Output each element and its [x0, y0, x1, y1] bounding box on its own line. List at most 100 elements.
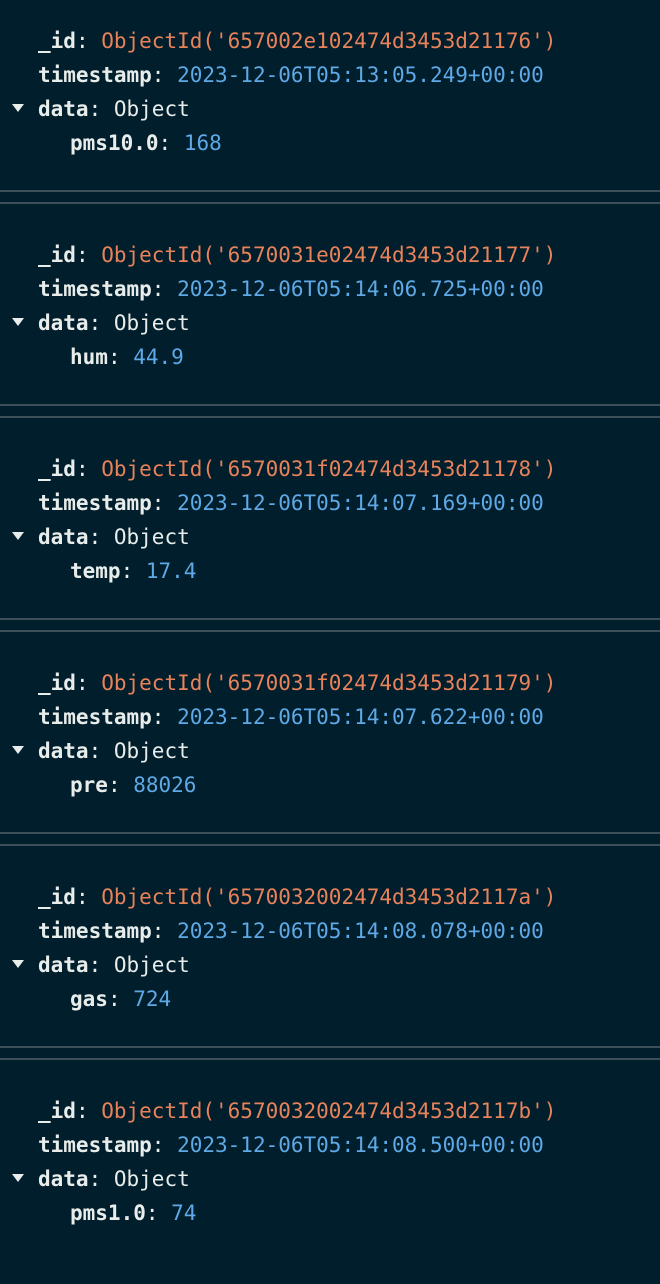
- document-card: _id: ObjectId('6570031f02474d3453d21178'…: [0, 428, 660, 642]
- colon: :: [75, 885, 102, 909]
- data-key: data: [38, 739, 89, 763]
- id-value[interactable]: ObjectId('6570031f02474d3453d21179'): [101, 671, 556, 695]
- colon: :: [151, 63, 178, 87]
- data-key: data: [38, 953, 89, 977]
- timestamp-value[interactable]: 2023-12-06T05:14:07.169+00:00: [177, 491, 544, 515]
- id-value[interactable]: ObjectId('657002e102474d3453d21176'): [101, 29, 556, 53]
- colon: :: [75, 29, 102, 53]
- data-key: data: [38, 97, 89, 121]
- timestamp-value[interactable]: 2023-12-06T05:14:08.078+00:00: [177, 919, 544, 943]
- colon: :: [75, 457, 102, 481]
- document-card: _id: ObjectId('6570031f02474d3453d21179'…: [0, 642, 660, 856]
- colon: :: [88, 739, 114, 763]
- colon: :: [107, 345, 134, 369]
- id-row: _id: ObjectId('657002e102474d3453d21176'…: [38, 24, 556, 58]
- timestamp-value[interactable]: 2023-12-06T05:14:06.725+00:00: [177, 277, 544, 301]
- caret-down-icon[interactable]: [12, 532, 24, 540]
- divider: [0, 416, 660, 418]
- colon: :: [88, 97, 114, 121]
- colon: :: [88, 953, 114, 977]
- document-card: _id: ObjectId('6570032002474d3453d2117a'…: [0, 856, 660, 1070]
- caret-down-icon[interactable]: [12, 960, 24, 968]
- colon: :: [107, 773, 134, 797]
- divider: [0, 404, 660, 406]
- data-row[interactable]: data: Object: [38, 520, 190, 554]
- data-key: data: [38, 311, 89, 335]
- divider: [0, 844, 660, 846]
- document-card: _id: ObjectId('6570032002474d3453d2117b'…: [0, 1070, 660, 1284]
- colon: :: [151, 705, 178, 729]
- nested-field-value[interactable]: 74: [171, 1201, 196, 1225]
- nested-field-row: hum: 44.9: [70, 340, 184, 374]
- data-type: Object: [113, 739, 190, 763]
- id-key: _id: [38, 671, 76, 695]
- id-row: _id: ObjectId('6570031e02474d3453d21177'…: [38, 238, 556, 272]
- nested-field-key: pms10.0: [70, 131, 159, 155]
- caret-down-icon[interactable]: [12, 104, 24, 112]
- nested-field-value[interactable]: 168: [184, 131, 222, 155]
- colon: :: [88, 525, 114, 549]
- id-key: _id: [38, 29, 76, 53]
- data-row[interactable]: data: Object: [38, 734, 190, 768]
- id-key: _id: [38, 1099, 76, 1123]
- timestamp-value[interactable]: 2023-12-06T05:13:05.249+00:00: [177, 63, 544, 87]
- timestamp-key: timestamp: [38, 919, 152, 943]
- caret-down-icon[interactable]: [12, 746, 24, 754]
- divider: [0, 190, 660, 192]
- id-key: _id: [38, 243, 76, 267]
- divider: [0, 1046, 660, 1048]
- nested-field-key: gas: [70, 987, 108, 1011]
- divider: [0, 832, 660, 834]
- timestamp-row: timestamp: 2023-12-06T05:14:07.169+00:00: [38, 486, 544, 520]
- nested-field-row: temp: 17.4: [70, 554, 196, 588]
- data-type: Object: [113, 311, 190, 335]
- colon: :: [120, 559, 146, 583]
- timestamp-row: timestamp: 2023-12-06T05:14:08.078+00:00: [38, 914, 544, 948]
- data-type: Object: [113, 1167, 190, 1191]
- data-row[interactable]: data: Object: [38, 1162, 190, 1196]
- divider: [0, 630, 660, 632]
- data-row[interactable]: data: Object: [38, 948, 190, 982]
- id-value[interactable]: ObjectId('6570032002474d3453d2117a'): [101, 885, 556, 909]
- nested-field-row: pms1.0: 74: [70, 1196, 196, 1230]
- data-row[interactable]: data: Object: [38, 306, 190, 340]
- caret-down-icon[interactable]: [12, 1174, 24, 1182]
- timestamp-row: timestamp: 2023-12-06T05:14:06.725+00:00: [38, 272, 544, 306]
- id-key: _id: [38, 885, 76, 909]
- colon: :: [88, 311, 114, 335]
- caret-down-icon[interactable]: [12, 318, 24, 326]
- colon: :: [151, 491, 178, 515]
- document-card: _id: ObjectId('6570031e02474d3453d21177'…: [0, 214, 660, 428]
- timestamp-value[interactable]: 2023-12-06T05:14:07.622+00:00: [177, 705, 544, 729]
- data-key: data: [38, 1167, 89, 1191]
- colon: :: [145, 1201, 172, 1225]
- nested-field-key: hum: [70, 345, 108, 369]
- nested-field-key: pre: [70, 773, 108, 797]
- colon: :: [151, 919, 178, 943]
- nested-field-value[interactable]: 44.9: [133, 345, 184, 369]
- nested-field-row: gas: 724: [70, 982, 171, 1016]
- id-row: _id: ObjectId('6570031f02474d3453d21179'…: [38, 666, 556, 700]
- timestamp-key: timestamp: [38, 63, 152, 87]
- data-type: Object: [113, 953, 190, 977]
- data-type: Object: [113, 97, 190, 121]
- colon: :: [151, 1133, 178, 1157]
- timestamp-row: timestamp: 2023-12-06T05:13:05.249+00:00: [38, 58, 544, 92]
- id-value[interactable]: ObjectId('6570031e02474d3453d21177'): [101, 243, 556, 267]
- document-list: _id: ObjectId('657002e102474d3453d21176'…: [0, 0, 660, 1284]
- id-value[interactable]: ObjectId('6570031f02474d3453d21178'): [101, 457, 556, 481]
- id-value[interactable]: ObjectId('6570032002474d3453d2117b'): [101, 1099, 556, 1123]
- timestamp-key: timestamp: [38, 491, 152, 515]
- document-card: _id: ObjectId('657002e102474d3453d21176'…: [0, 0, 660, 214]
- timestamp-key: timestamp: [38, 277, 152, 301]
- colon: :: [107, 987, 134, 1011]
- timestamp-row: timestamp: 2023-12-06T05:14:07.622+00:00: [38, 700, 544, 734]
- divider: [0, 1058, 660, 1060]
- nested-field-value[interactable]: 88026: [133, 773, 196, 797]
- timestamp-row: timestamp: 2023-12-06T05:14:08.500+00:00: [38, 1128, 544, 1162]
- data-row[interactable]: data: Object: [38, 92, 190, 126]
- timestamp-value[interactable]: 2023-12-06T05:14:08.500+00:00: [177, 1133, 544, 1157]
- nested-field-value[interactable]: 724: [133, 987, 171, 1011]
- colon: :: [75, 671, 102, 695]
- nested-field-value[interactable]: 17.4: [146, 559, 197, 583]
